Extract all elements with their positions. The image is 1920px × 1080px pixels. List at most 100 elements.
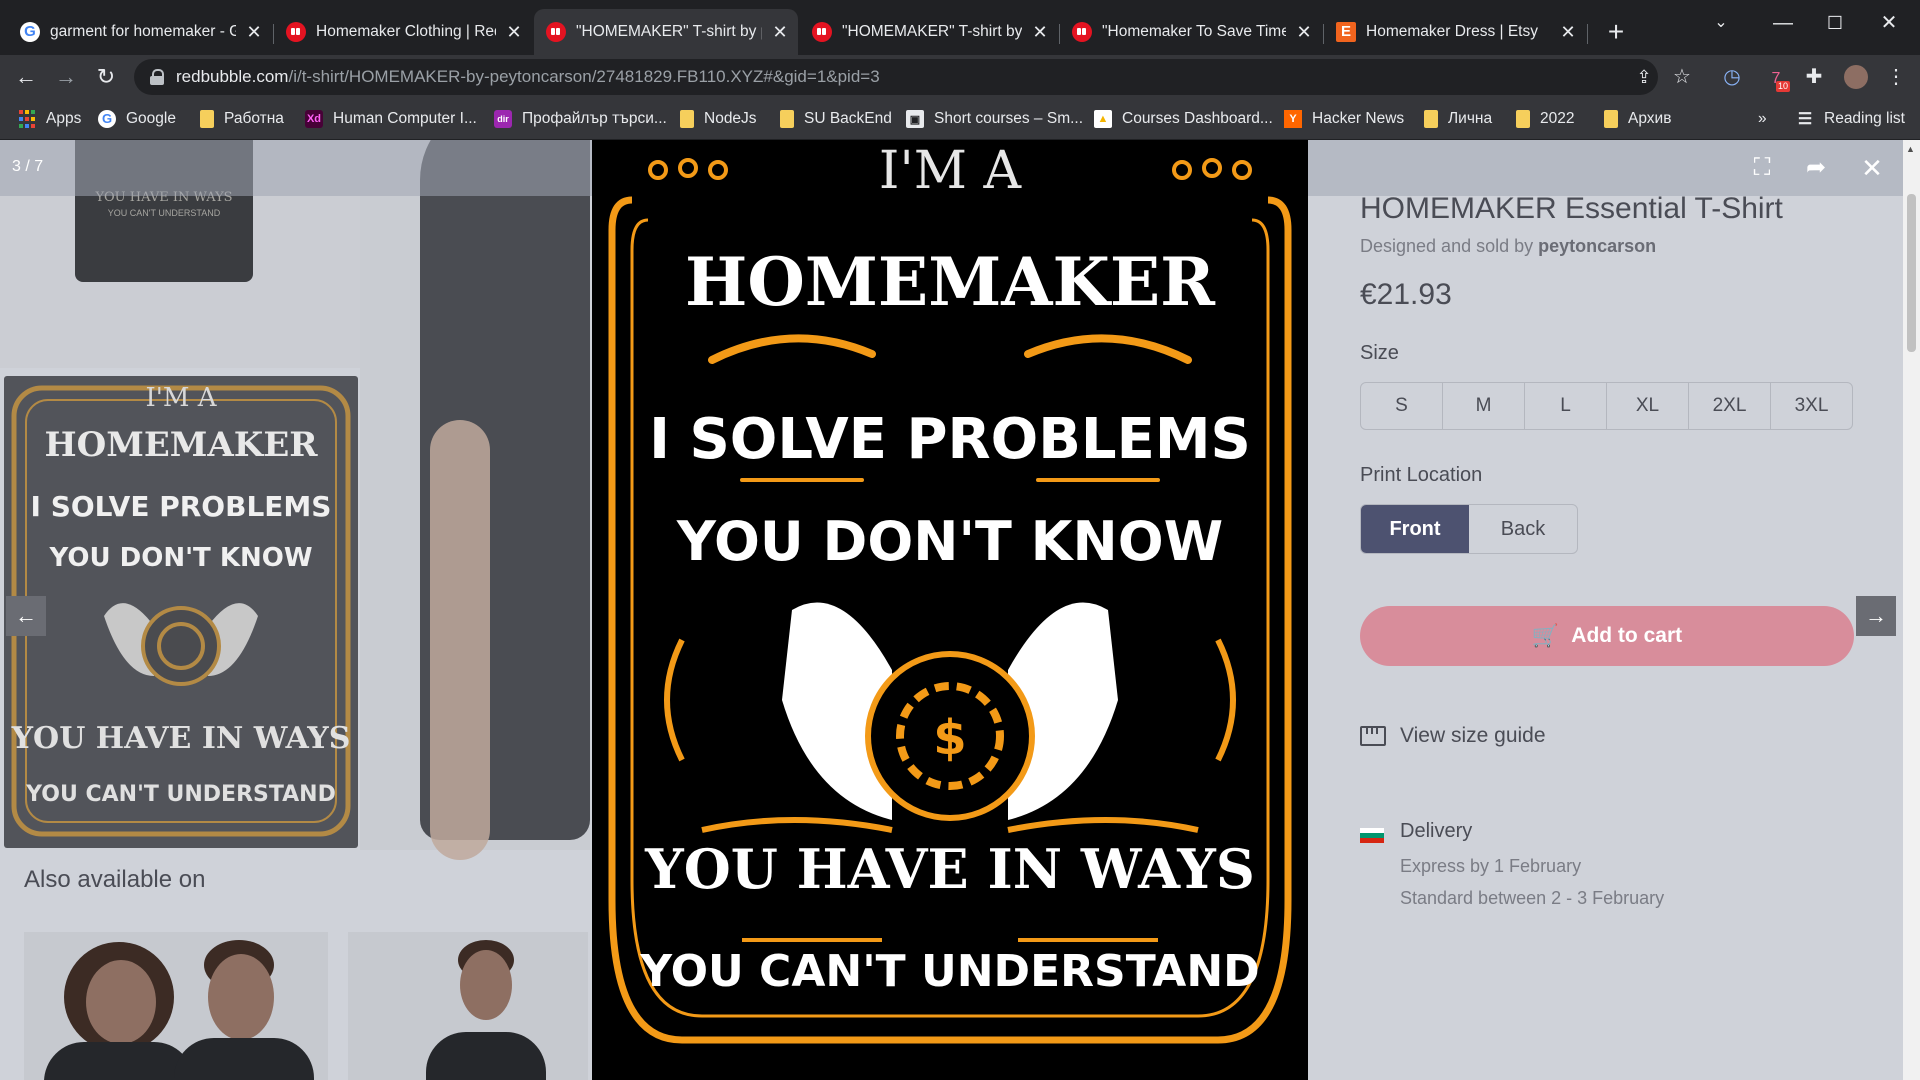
designer-link[interactable]: peytoncarson <box>1538 236 1656 256</box>
gallery-next-arrow[interactable]: → <box>1856 596 1896 636</box>
ruler-icon <box>1360 726 1386 746</box>
bookmarks-overflow-button[interactable]: » <box>1758 99 1767 139</box>
redbubble-icon <box>546 22 566 42</box>
back-button[interactable]: ← <box>6 57 46 97</box>
share-icon[interactable]: ⇪ <box>1626 59 1662 95</box>
tab-title: garment for homemaker - G <box>50 23 236 40</box>
size-option-3xl[interactable]: 3XL <box>1771 383 1852 429</box>
design-line5: YOU HAVE IN WAYS <box>644 837 1255 901</box>
tab-google-search[interactable]: G garment for homemaker - G ✕ <box>8 14 272 50</box>
forward-button[interactable]: → <box>46 57 86 97</box>
product-details-panel: HOMEMAKER Essential T-Shirt Designed and… <box>1360 140 1900 1080</box>
size-option-2xl[interactable]: 2XL <box>1689 383 1771 429</box>
tab-redbubble-clothing[interactable]: Homemaker Clothing | Redb ✕ <box>274 14 532 50</box>
scrollbar-thumb[interactable] <box>1907 194 1916 352</box>
maximize-button[interactable]: ☐ <box>1812 8 1858 38</box>
folder-icon <box>1424 110 1438 128</box>
close-tab-icon[interactable]: ✕ <box>1030 22 1050 43</box>
size-option-m[interactable]: M <box>1443 383 1525 429</box>
clock-extension-icon[interactable]: ◷ <box>1714 59 1750 95</box>
extensions-puzzle-icon[interactable]: ✚ <box>1796 59 1832 95</box>
menu-kebab-icon[interactable]: ⋮ <box>1878 59 1914 95</box>
tab-homemaker-tshirt-2[interactable]: "HOMEMAKER" T-shirt by E ✕ <box>800 14 1058 50</box>
reload-button[interactable]: ↻ <box>86 57 126 97</box>
bookmark-hci[interactable]: Xd Human Computer I... <box>305 99 477 139</box>
print-front-button[interactable]: Front <box>1361 505 1469 553</box>
new-tab-button[interactable]: + <box>1598 14 1634 50</box>
bookmark-folder-arhiv[interactable]: Архив <box>1604 99 1671 139</box>
dir-icon: dir <box>494 110 512 128</box>
design-line6: YOU CAN'T UNDERSTAND <box>639 946 1259 997</box>
folder-icon <box>680 110 694 128</box>
close-tab-icon[interactable]: ✕ <box>504 22 524 43</box>
bookmark-profiler[interactable]: dir Профайлър търси... <box>494 99 667 139</box>
address-bar[interactable]: redbubble.com/i/t-shirt/HOMEMAKER-by-pey… <box>134 59 1691 95</box>
page-scrollbar[interactable]: ▲ <box>1903 140 1920 1080</box>
close-tab-icon[interactable]: ✕ <box>770 22 790 43</box>
tab-search-chevron-icon[interactable]: ⌄ <box>1698 8 1744 38</box>
design-line3: I SOLVE PROBLEMS <box>649 407 1251 472</box>
lock-icon <box>150 69 164 85</box>
tab-homemaker-tshirt-active[interactable]: "HOMEMAKER" T-shirt by p ✕ <box>534 9 798 55</box>
bookmark-apps[interactable]: Apps <box>18 99 81 139</box>
tab-title: "HOMEMAKER" T-shirt by p <box>576 23 762 40</box>
product-page: YOU HAVE IN WAYS YOU CAN'T UNDERSTAND I'… <box>0 140 1903 1080</box>
bookmark-folder-lichna[interactable]: Лична <box>1424 99 1492 139</box>
bookmark-folder-su-backend[interactable]: SU BackEnd <box>780 99 892 139</box>
bookmark-short-courses[interactable]: ▣ Short courses – Sm... <box>906 99 1083 139</box>
bookmark-folder-2022[interactable]: 2022 <box>1516 99 1574 139</box>
close-window-button[interactable]: ✕ <box>1866 8 1912 38</box>
tab-homemaker-save-time[interactable]: "Homemaker To Save Time ✕ <box>1060 14 1322 50</box>
also-available-product-2[interactable] <box>348 932 588 1080</box>
redbubble-icon <box>286 22 306 42</box>
xd-icon: Xd <box>305 110 323 128</box>
hackernews-icon: Y <box>1284 110 1302 128</box>
redbubble-icon <box>1072 22 1092 42</box>
folder-icon <box>1604 110 1618 128</box>
also-available-heading: Also available on <box>24 866 206 893</box>
bookmark-google[interactable]: G Google <box>98 99 176 139</box>
svg-text:$: $ <box>933 710 966 766</box>
cart-icon: 🛒 <box>1531 623 1560 648</box>
close-tab-icon[interactable]: ✕ <box>244 22 264 43</box>
size-guide-link[interactable]: View size guide <box>1360 724 1546 748</box>
gallery-thumbnail-model[interactable] <box>360 140 590 860</box>
gallery-thumbnail-design-selected[interactable]: I'M A HOMEMAKER I SOLVE PROBLEMS YOU DON… <box>4 376 358 848</box>
size-option-xl[interactable]: XL <box>1607 383 1689 429</box>
browser-toolbar: ← → ↻ redbubble.com/i/t-shirt/HOMEMAKER-… <box>0 55 1920 99</box>
print-location-toggle: Front Back <box>1360 504 1578 554</box>
bookmark-star-icon[interactable]: ☆ <box>1664 59 1700 95</box>
design-thumbnail-image: I'M A HOMEMAKER I SOLVE PROBLEMS YOU DON… <box>11 383 351 837</box>
apps-grid-icon <box>18 110 36 128</box>
google-icon: G <box>98 110 116 128</box>
image-counter: 3 / 7 <box>12 158 44 175</box>
tab-etsy-dress[interactable]: E Homemaker Dress | Etsy ✕ <box>1324 14 1586 50</box>
bookmark-folder-rabotna[interactable]: Работна <box>200 99 284 139</box>
close-tab-icon[interactable]: ✕ <box>1294 22 1314 43</box>
design-artwork: I'M A HOMEMAKER I SOLVE PROBLEMS YOU DON… <box>608 141 1292 1044</box>
close-tab-icon[interactable]: ✕ <box>1558 22 1578 43</box>
bookmark-folder-nodejs[interactable]: NodeJs <box>680 99 757 139</box>
size-option-l[interactable]: L <box>1525 383 1607 429</box>
size-guide-label: View size guide <box>1400 724 1546 747</box>
gallery-prev-arrow[interactable]: ← <box>6 596 46 636</box>
bookmark-hacker-news[interactable]: Y Hacker News <box>1284 99 1404 139</box>
bookmark-courses-dashboard[interactable]: ▲ Courses Dashboard... <box>1094 99 1273 139</box>
thumb-line5: YOU HAVE IN WAYS <box>11 721 351 756</box>
delivery-express: Express by 1 February <box>1400 856 1582 876</box>
minimize-button[interactable]: — <box>1760 8 1806 38</box>
print-back-button[interactable]: Back <box>1469 505 1577 553</box>
add-to-cart-button[interactable]: 🛒 Add to cart <box>1360 606 1854 666</box>
tab-title: Homemaker Dress | Etsy <box>1366 23 1538 40</box>
also-available-product-1[interactable] <box>24 932 328 1080</box>
reading-list-button[interactable]: ☰ Reading list <box>1796 99 1905 139</box>
design-line4: YOU DON'T KNOW <box>676 510 1223 573</box>
design-line2: HOMEMAKER <box>685 243 1216 321</box>
size-option-s[interactable]: S <box>1361 383 1443 429</box>
print-location-label: Print Location <box>1360 464 1483 486</box>
product-price: €21.93 <box>1360 278 1452 311</box>
folder-icon <box>780 110 794 128</box>
profile-avatar[interactable] <box>1838 59 1874 95</box>
extension-badge-icon[interactable]: 7 10 <box>1758 59 1794 95</box>
main-design-image: I'M A HOMEMAKER I SOLVE PROBLEMS YOU DON… <box>592 140 1308 1080</box>
